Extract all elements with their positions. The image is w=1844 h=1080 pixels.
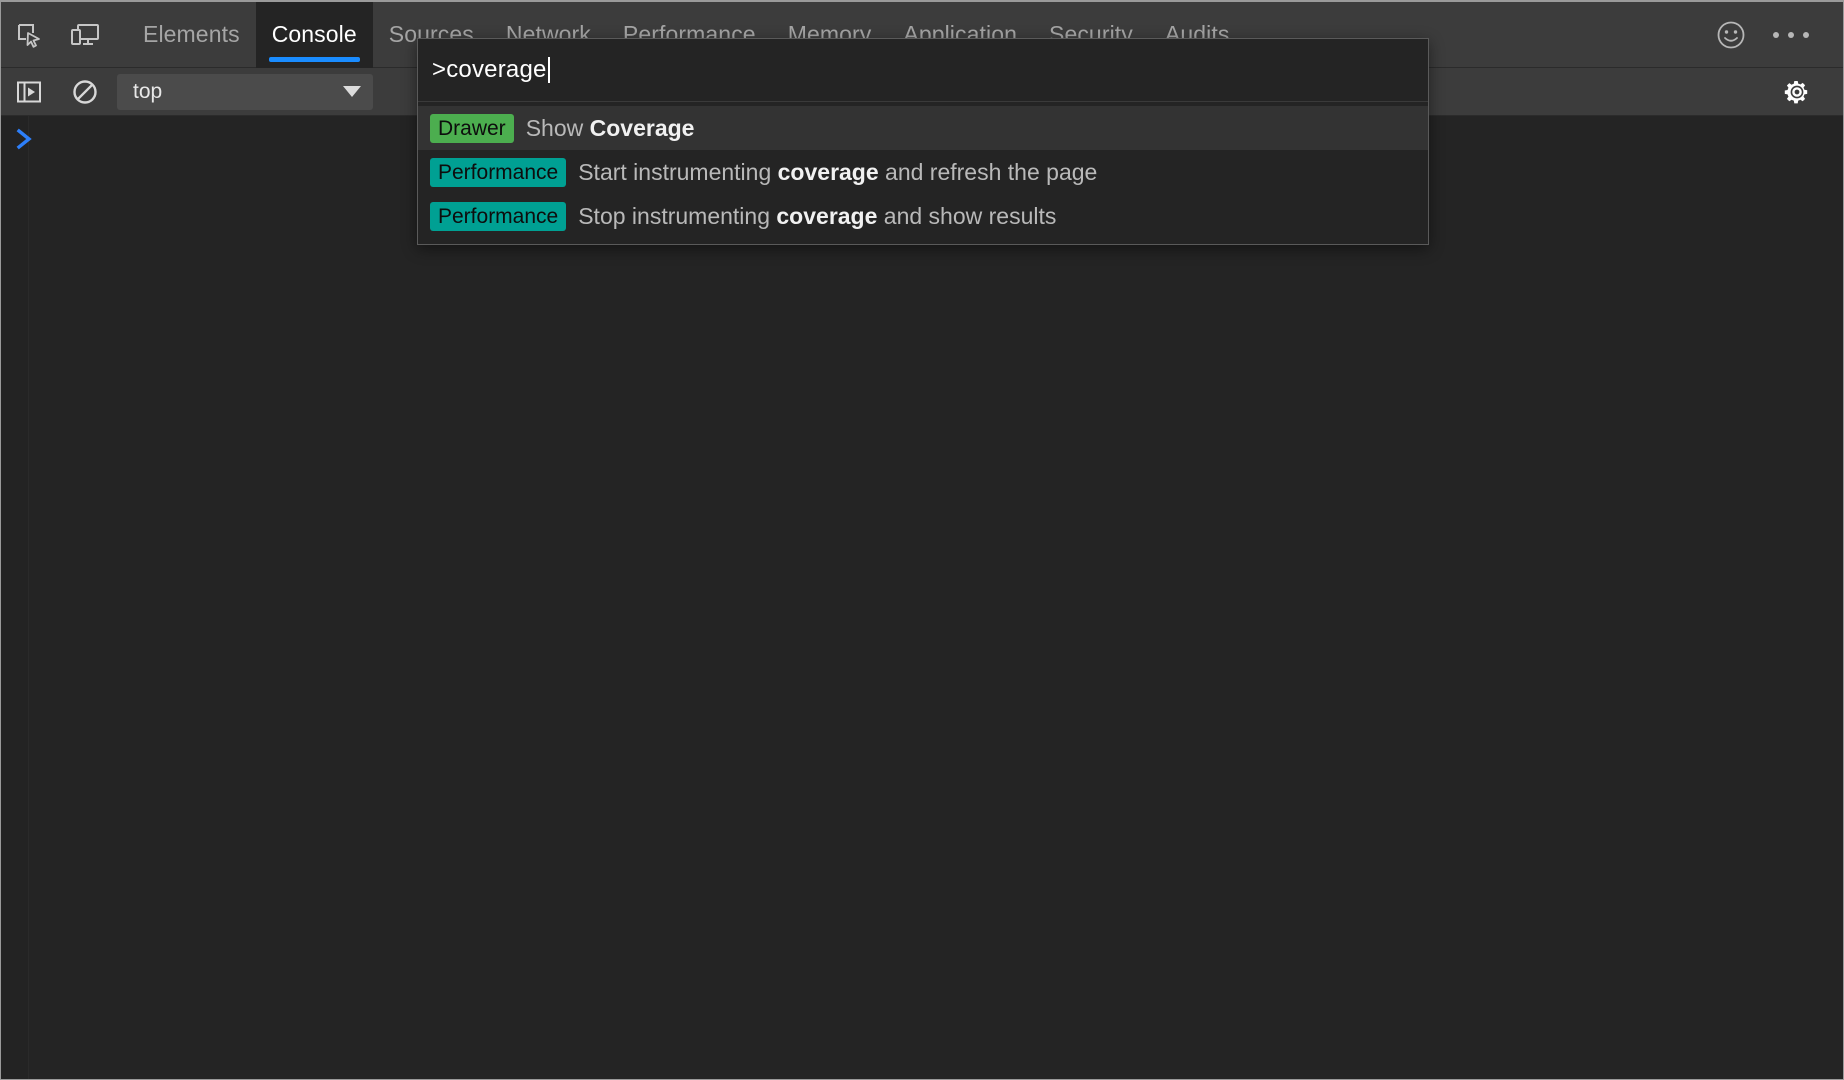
chevron-down-icon [343, 86, 361, 97]
command-palette-item-start-instrumenting-coverage[interactable]: Performance Start instrumenting coverage… [418, 150, 1428, 194]
clear-console-icon[interactable] [57, 68, 113, 116]
item-text-post: and show results [877, 203, 1056, 229]
item-text-pre: Show [526, 115, 590, 141]
tabbar-right-actions [1701, 2, 1843, 68]
command-palette-results: Drawer Show Coverage Performance Start i… [418, 102, 1428, 244]
more-options-dots [1773, 32, 1809, 38]
tab-console[interactable]: Console [256, 2, 373, 68]
console-sidebar-toggle-icon[interactable] [1, 68, 57, 116]
console-prompt-chevron-icon [1, 128, 49, 150]
execution-context-value: top [133, 80, 162, 104]
feedback-smiley-icon[interactable] [1701, 2, 1761, 68]
settings-gear-icon[interactable] [1769, 68, 1825, 116]
item-text-match: coverage [776, 203, 877, 229]
more-options-icon[interactable] [1761, 2, 1821, 68]
item-text-pre: Stop instrumenting [578, 203, 776, 229]
item-text-match: Coverage [590, 115, 695, 141]
command-palette-item-stop-instrumenting-coverage[interactable]: Performance Stop instrumenting coverage … [418, 194, 1428, 238]
console-toolbar-right [1769, 68, 1843, 116]
console-message-area[interactable] [1, 116, 1843, 1079]
command-palette-item-label: Show Coverage [526, 115, 695, 142]
tab-label: Elements [143, 21, 240, 48]
inspect-element-icon[interactable] [1, 2, 57, 68]
command-palette: >coverage Drawer Show Coverage Performan… [417, 38, 1429, 245]
console-gutter [1, 116, 29, 1079]
command-palette-item-show-coverage[interactable]: Drawer Show Coverage [418, 106, 1428, 150]
tab-label: Console [272, 21, 357, 48]
device-toolbar-icon[interactable] [57, 2, 113, 68]
item-text-post: and refresh the page [879, 159, 1098, 185]
command-palette-item-label: Start instrumenting coverage and refresh… [578, 159, 1097, 186]
category-badge-performance: Performance [430, 158, 566, 187]
category-badge-drawer: Drawer [430, 114, 514, 143]
item-text-match: coverage [778, 159, 879, 185]
devtools-window: Elements Console Sources Network Perform… [0, 0, 1844, 1080]
text-cursor [548, 57, 550, 83]
execution-context-select[interactable]: top [117, 74, 373, 110]
command-palette-item-label: Stop instrumenting coverage and show res… [578, 203, 1056, 230]
tab-elements[interactable]: Elements [127, 2, 256, 68]
command-palette-input-wrap[interactable]: >coverage [418, 39, 1428, 102]
category-badge-performance: Performance [430, 202, 566, 231]
command-palette-input[interactable]: >coverage [432, 56, 547, 84]
item-text-pre: Start instrumenting [578, 159, 777, 185]
